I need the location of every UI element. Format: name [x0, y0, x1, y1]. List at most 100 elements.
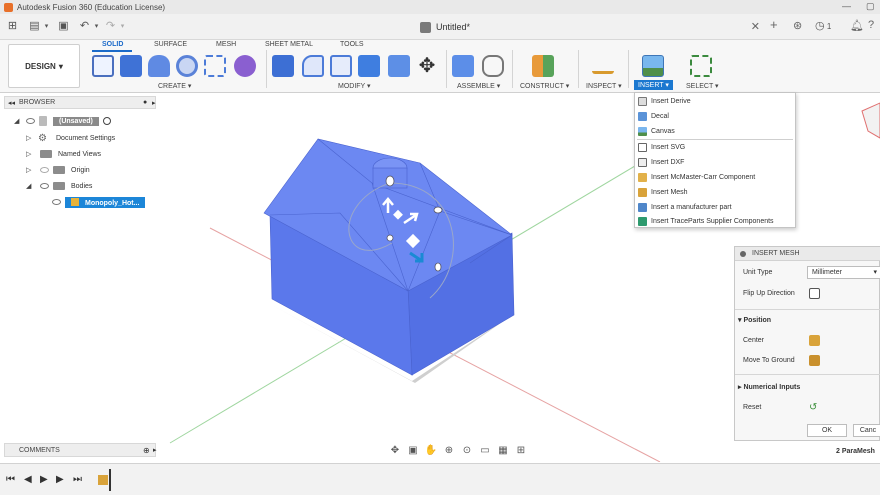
construct-group-label[interactable]: CONSTRUCT ▾ — [520, 82, 569, 90]
new-tab-icon[interactable]: + — [770, 17, 778, 32]
menu-item-insert-mesh[interactable]: Insert Mesh — [635, 185, 795, 199]
inspect-group-label[interactable]: INSPECT ▾ — [586, 82, 622, 90]
unit-type-select[interactable]: Millimeter ▾ — [807, 266, 880, 279]
collapse-browser-icon[interactable]: ◂◂ — [8, 99, 15, 107]
data-panel-grid-icon[interactable]: ⊞ — [6, 20, 19, 33]
tab-tools[interactable]: TOOLS — [340, 41, 364, 48]
new-component-icon[interactable] — [452, 55, 474, 77]
play-icon[interactable]: ▶ — [40, 474, 48, 485]
tree-item-document-settings[interactable]: ▷ ⚙ Document Settings — [26, 132, 115, 144]
create-form-icon[interactable] — [234, 55, 256, 77]
pan-icon[interactable]: ✋ — [424, 445, 438, 457]
menu-item-canvas[interactable]: Canvas — [635, 124, 795, 138]
insert-image-icon[interactable] — [642, 55, 664, 77]
tree-expanded-icon[interactable]: ◢ — [14, 117, 22, 125]
tree-expanded-icon[interactable]: ◢ — [26, 182, 34, 190]
maximize-icon[interactable]: ▢ — [866, 1, 875, 12]
move-to-ground-icon[interactable] — [809, 355, 820, 366]
menu-item-insert-derive[interactable]: Insert Derive — [635, 94, 795, 108]
visibility-eye-icon[interactable] — [40, 183, 49, 189]
comments-expand-icon[interactable]: ▸ — [153, 446, 157, 454]
display-settings-icon[interactable]: ▭ — [478, 445, 492, 457]
timeline-mesh-feature[interactable] — [98, 469, 112, 491]
modify-group-label[interactable]: MODIFY ▾ — [338, 82, 371, 90]
select-group-label[interactable]: SELECT ▾ — [686, 82, 719, 90]
tree-item-origin[interactable]: ▷ Origin — [26, 164, 90, 176]
look-at-icon[interactable]: ▣ — [406, 445, 420, 457]
zoom-window-icon[interactable]: ⊙ — [460, 445, 474, 457]
dialog-pin-icon[interactable] — [740, 250, 746, 257]
undo-dropdown-icon[interactable]: ▾ — [90, 20, 103, 33]
help-icon[interactable]: ? — [868, 19, 874, 31]
job-status-badge[interactable]: ◷ 1 — [815, 19, 835, 33]
menu-item-traceparts[interactable]: Insert TraceParts Supplier Components — [635, 214, 795, 228]
tree-item-bodies[interactable]: ◢ Bodies — [26, 180, 92, 192]
menu-item-decal[interactable]: Decal — [635, 109, 795, 123]
tab-mesh[interactable]: MESH — [216, 41, 236, 48]
tree-collapsed-icon[interactable]: ▷ — [26, 166, 34, 174]
zoom-icon[interactable]: ⊕ — [442, 445, 456, 457]
pattern-icon[interactable] — [204, 55, 226, 77]
visibility-eye-icon[interactable] — [26, 118, 35, 124]
close-tab-icon[interactable]: ✕ — [751, 20, 760, 33]
combine-icon[interactable] — [358, 55, 380, 77]
save-icon[interactable]: ▣ — [57, 20, 70, 33]
go-to-end-icon[interactable]: ⏭ — [73, 474, 82, 485]
insert-group-label[interactable]: INSERT ▾ — [634, 80, 673, 90]
assemble-group-label[interactable]: ASSEMBLE ▾ — [457, 82, 500, 90]
center-icon[interactable] — [809, 335, 820, 346]
offset-face-icon[interactable] — [388, 55, 410, 77]
move-copy-icon[interactable]: ✥ — [416, 55, 438, 77]
visibility-eye-hidden-icon[interactable] — [40, 167, 49, 173]
ok-button[interactable]: OK — [807, 424, 847, 437]
hole-icon[interactable] — [176, 55, 198, 77]
position-section-toggle[interactable]: ▾ Position — [738, 316, 771, 324]
add-comment-icon[interactable]: ⊕ — [143, 446, 150, 455]
browser-panel-header[interactable]: ◂◂ BROWSER ● ▸ — [4, 96, 156, 109]
menu-item-insert-dxf[interactable]: Insert DXF — [635, 155, 795, 169]
numerical-inputs-toggle[interactable]: ▸ Numerical Inputs — [738, 383, 800, 391]
viewports-icon[interactable]: ⊞ — [514, 445, 528, 457]
extrude-icon[interactable] — [120, 55, 142, 77]
joint-icon[interactable] — [482, 55, 504, 77]
tree-collapsed-icon[interactable]: ▷ — [26, 134, 34, 142]
fillet-icon[interactable] — [302, 55, 324, 77]
redo-dropdown-icon[interactable]: ▾ — [116, 20, 129, 33]
menu-item-insert-svg[interactable]: Insert SVG — [635, 140, 795, 154]
view-cube[interactable] — [861, 102, 880, 139]
minimize-icon[interactable]: — — [842, 1, 851, 11]
menu-item-insert-mcmaster[interactable]: Insert McMaster-Carr Component — [635, 170, 795, 184]
go-to-start-icon[interactable]: ⏮ — [6, 474, 15, 485]
tree-item-mesh-body[interactable]: Monopoly_Hot... — [52, 196, 146, 208]
extensions-icon[interactable]: ⊛ — [793, 19, 802, 32]
tab-surface[interactable]: SURFACE — [154, 41, 187, 48]
browser-expand-icon[interactable]: ▸ — [152, 99, 156, 107]
cancel-button[interactable]: Canc — [853, 424, 880, 437]
offset-plane-icon[interactable] — [532, 55, 554, 77]
press-pull-icon[interactable] — [272, 55, 294, 77]
flip-direction-icon[interactable] — [809, 288, 820, 299]
timeline-marker-icon[interactable] — [109, 469, 111, 491]
menu-item-manufacturer-part[interactable]: Insert a manufacturer part — [635, 200, 795, 214]
tree-collapsed-icon[interactable]: ▷ — [26, 150, 34, 158]
tab-sheet-metal[interactable]: SHEET METAL — [265, 41, 313, 48]
dialog-header[interactable]: INSERT MESH — [735, 247, 880, 261]
notifications-icon[interactable]: 🔔︎ — [850, 19, 864, 32]
revolve-icon[interactable] — [148, 55, 170, 77]
tree-item-named-views[interactable]: ▷ Named Views — [26, 148, 101, 160]
shell-icon[interactable] — [330, 55, 352, 77]
file-dropdown-icon[interactable]: ▾ — [40, 20, 53, 33]
step-forward-icon[interactable]: ▶ — [56, 474, 64, 485]
reset-icon[interactable]: ↺ — [809, 402, 820, 413]
orbit-icon[interactable]: ✥ — [388, 445, 402, 457]
step-back-icon[interactable]: ◀ — [24, 474, 32, 485]
grid-settings-icon[interactable]: ▦ — [496, 445, 510, 457]
measure-icon[interactable] — [592, 60, 614, 74]
browser-pin-icon[interactable]: ● — [143, 99, 147, 106]
document-tab[interactable]: Untitled* ✕ — [412, 18, 762, 36]
workspace-switcher-button[interactable]: DESIGN ▾ — [8, 44, 80, 88]
tab-solid[interactable]: SOLID — [102, 41, 123, 48]
create-group-label[interactable]: CREATE ▾ — [158, 82, 191, 90]
activate-radio-icon[interactable] — [102, 117, 111, 125]
comments-panel-header[interactable]: COMMENTS ⊕ ▸ — [4, 443, 157, 457]
